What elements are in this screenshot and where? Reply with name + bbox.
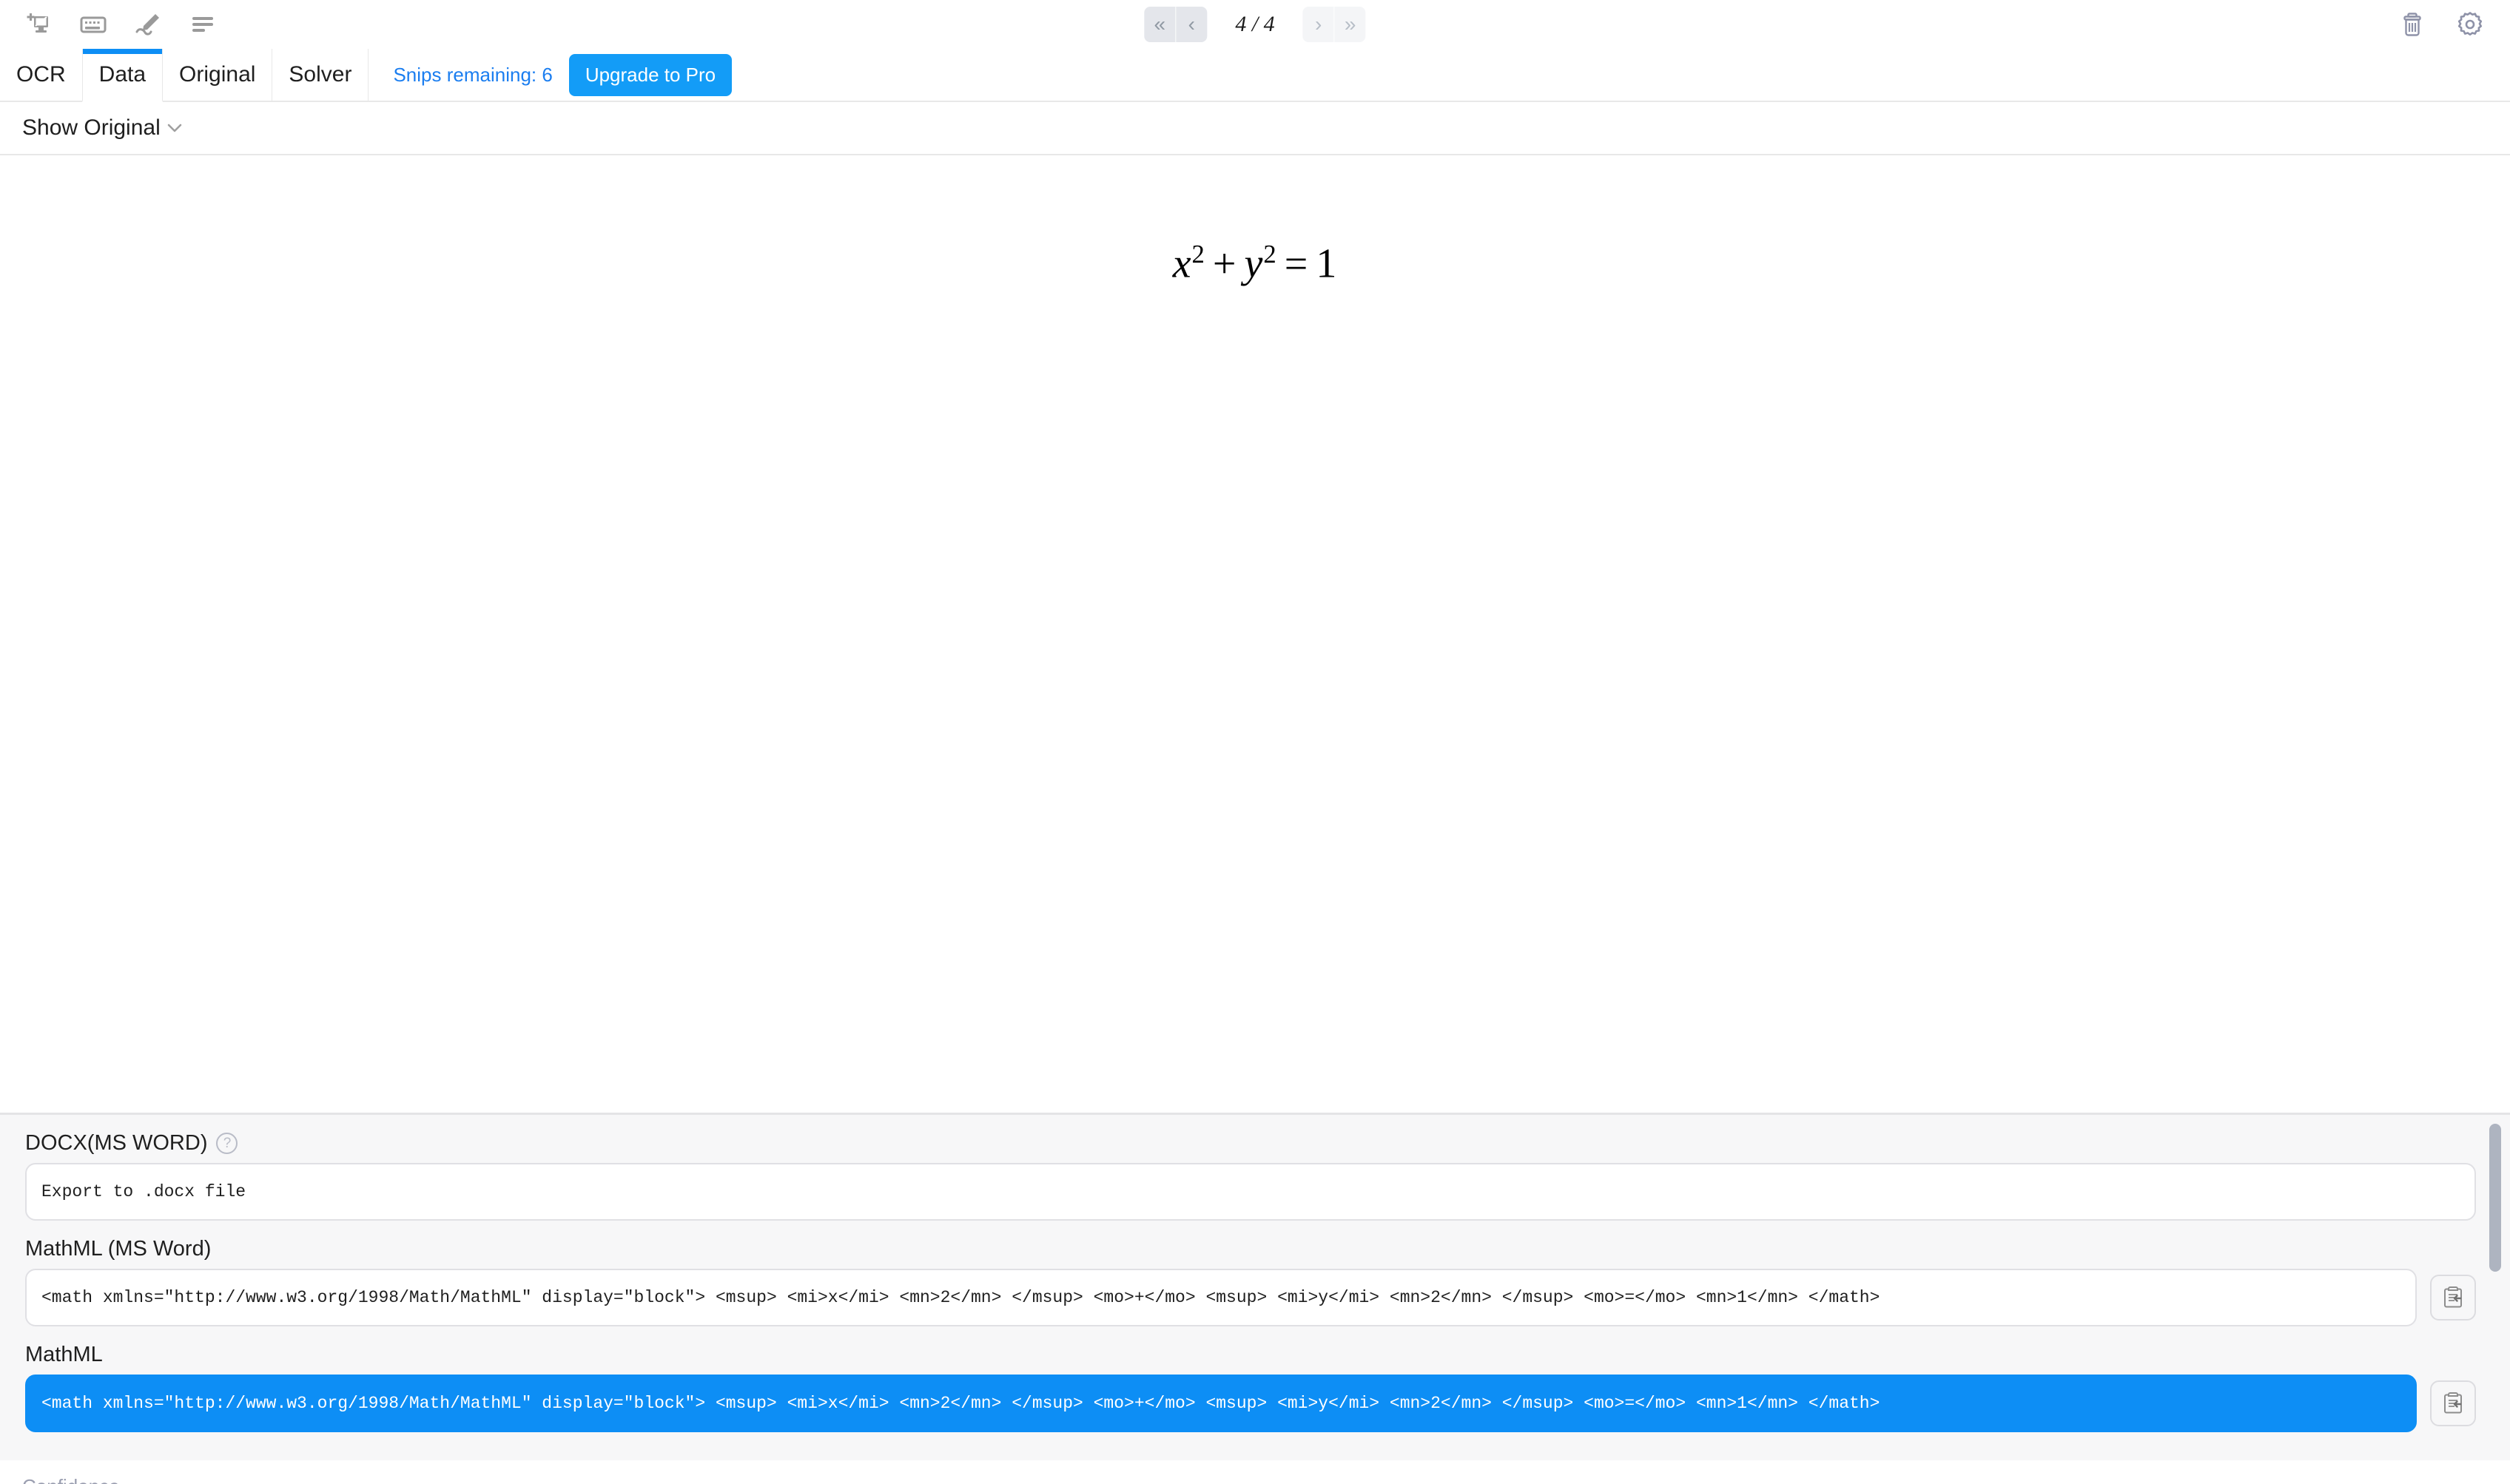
- mathml-input[interactable]: <math xmlns="http://www.w3.org/1998/Math…: [25, 1375, 2417, 1432]
- snips-remaining-label: Snips remaining: 6: [393, 63, 553, 86]
- pagination-controls: « ‹ 4 / 4 › »: [1144, 7, 1366, 42]
- tab-label: OCR: [16, 62, 66, 87]
- tab-original[interactable]: Original: [162, 49, 273, 101]
- copy-to-clipboard-button[interactable]: [2430, 1275, 2476, 1321]
- docx-export-input[interactable]: Export to .docx file: [25, 1163, 2476, 1221]
- first-page-button[interactable]: «: [1144, 7, 1175, 42]
- formula-var-x: x: [1172, 240, 1192, 287]
- mathml-msword-field-label: MathML (MS Word): [25, 1237, 2476, 1261]
- text-lines-icon-svg: [192, 17, 213, 32]
- pager-next-group: › »: [1302, 7, 1366, 42]
- trash-icon[interactable]: [2396, 8, 2429, 41]
- docx-field-label: DOCX(MS WORD) ?: [25, 1131, 2476, 1156]
- formula-rhs: 1: [1316, 240, 1338, 287]
- clipboard-copy-icon: [2444, 1392, 2462, 1414]
- mathml-msword-label-text: MathML (MS Word): [25, 1237, 212, 1261]
- mathml-label-text: MathML: [25, 1343, 103, 1366]
- draw-pen-icon[interactable]: [132, 8, 164, 41]
- docx-label-text: DOCX(MS WORD): [25, 1131, 208, 1155]
- text-lines-icon[interactable]: [186, 8, 219, 41]
- formula-exp-x: 2: [1191, 240, 1205, 269]
- clipboard-copy-icon: [2444, 1286, 2462, 1308]
- tab-solver[interactable]: Solver: [272, 49, 369, 101]
- toolbar-right-actions: [2396, 8, 2486, 41]
- gear-icon-svg: [2457, 12, 2483, 36]
- toolbar-tools: [0, 8, 219, 41]
- mathml-field-label: MathML: [25, 1343, 2476, 1367]
- last-page-button[interactable]: »: [1335, 7, 1366, 42]
- export-data-panel: DOCX(MS WORD) ? Export to .docx file Mat…: [0, 1113, 2510, 1460]
- pager-prev-group: « ‹: [1144, 7, 1208, 42]
- mathml-msword-input[interactable]: <math xmlns="http://www.w3.org/1998/Math…: [25, 1269, 2417, 1326]
- show-original-dropdown[interactable]: Show Original: [22, 115, 184, 141]
- tab-label: Data: [98, 62, 147, 87]
- keyboard-icon-svg: [80, 16, 107, 33]
- show-original-bar: Show Original: [0, 102, 2510, 155]
- rendered-formula: x2 + y2 = 1: [1173, 240, 1338, 1113]
- tab-data[interactable]: Data: [81, 49, 164, 102]
- chevron-down-icon: [167, 124, 182, 132]
- upgrade-to-pro-button[interactable]: Upgrade to Pro: [568, 53, 733, 96]
- confidence-area: Confidence: [0, 1460, 2510, 1484]
- docx-field-row: Export to .docx file: [25, 1163, 2476, 1221]
- tab-label: Original: [179, 62, 256, 87]
- tab-ocr[interactable]: OCR: [0, 49, 83, 101]
- mathml-field-row: <math xmlns="http://www.w3.org/1998/Math…: [25, 1375, 2476, 1432]
- gear-icon[interactable]: [2454, 8, 2486, 41]
- keyboard-icon[interactable]: [77, 8, 110, 41]
- copy-to-clipboard-button[interactable]: [2430, 1380, 2476, 1426]
- draw-pen-icon-svg: [135, 14, 159, 36]
- formula-preview-area: x2 + y2 = 1: [0, 155, 2510, 1113]
- show-original-label: Show Original: [22, 115, 161, 140]
- tab-label: Solver: [289, 62, 352, 87]
- trash-icon-svg: [2403, 13, 2421, 36]
- scrollbar-thumb[interactable]: [2489, 1124, 2501, 1272]
- prev-page-button[interactable]: ‹: [1176, 7, 1207, 42]
- confidence-label: Confidence: [22, 1475, 2488, 1484]
- formula-op-equals: =: [1284, 240, 1309, 287]
- formula-exp-y: 2: [1263, 240, 1277, 269]
- top-toolbar: « ‹ 4 / 4 › »: [0, 0, 2510, 49]
- mathml-msword-field-row: <math xmlns="http://www.w3.org/1998/Math…: [25, 1269, 2476, 1326]
- tabs-bar: OCR Data Original Solver Snips remaining…: [0, 49, 2510, 102]
- export-data-scroll: DOCX(MS WORD) ? Export to .docx file Mat…: [0, 1115, 2510, 1460]
- data-panel-scrollbar[interactable]: [2489, 1124, 2501, 1442]
- next-page-button[interactable]: ›: [1303, 7, 1334, 42]
- snip-screen-icon-svg: [27, 13, 48, 33]
- page-counter: 4 / 4: [1235, 12, 1275, 36]
- formula-op-plus: +: [1212, 240, 1237, 287]
- formula-var-y: y: [1244, 240, 1264, 287]
- help-icon[interactable]: ?: [216, 1133, 238, 1154]
- snip-screen-icon[interactable]: [22, 8, 55, 41]
